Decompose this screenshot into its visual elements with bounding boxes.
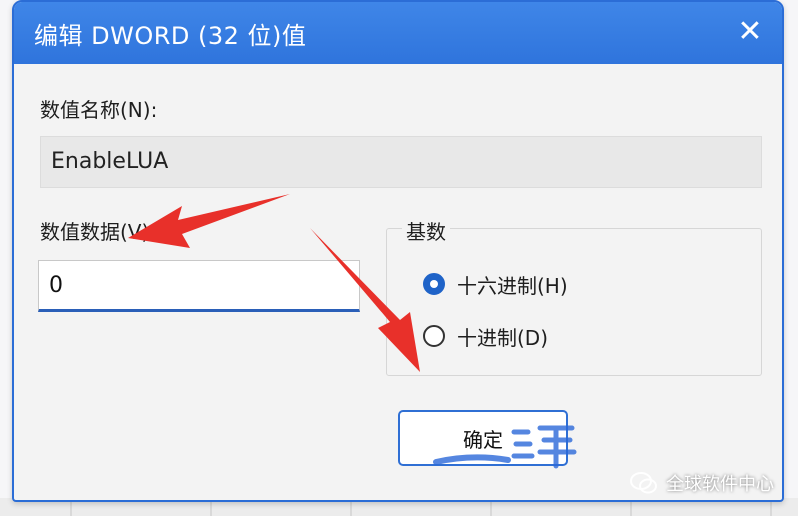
wechat-icon: [630, 472, 657, 494]
value-name-field[interactable]: EnableLUA: [40, 136, 762, 188]
radio-hexadecimal[interactable]: 十六进制(H): [423, 269, 568, 299]
value-data-input[interactable]: [38, 260, 360, 312]
watermark: 全球软件中心: [630, 470, 774, 496]
dialog-title: 编辑 DWORD (32 位)值: [34, 22, 307, 50]
radio-decimal-indicator[interactable]: [423, 325, 445, 347]
title-bar[interactable]: 编辑 DWORD (32 位)值 ✕: [14, 2, 782, 64]
radio-decimal[interactable]: 十进制(D): [423, 321, 548, 351]
radio-hexadecimal-indicator[interactable]: [423, 273, 445, 295]
radio-hexadecimal-label: 十六进制(H): [457, 273, 568, 298]
radio-decimal-label: 十进制(D): [457, 325, 549, 350]
base-group: 十六进制(H) 十进制(D): [386, 228, 762, 376]
value-name-text: EnableLUA: [51, 149, 169, 174]
edit-dword-dialog: 编辑 DWORD (32 位)值 ✕ 数值名称(N): EnableLUA 数值…: [12, 0, 784, 502]
value-data-label: 数值数据(V):: [40, 220, 157, 244]
value-name-label: 数值名称(N):: [40, 98, 158, 122]
ok-button[interactable]: 确定: [398, 410, 568, 466]
base-group-label: 基数: [402, 216, 450, 245]
watermark-text: 全球软件中心: [666, 474, 774, 495]
close-icon[interactable]: ✕: [732, 14, 768, 50]
